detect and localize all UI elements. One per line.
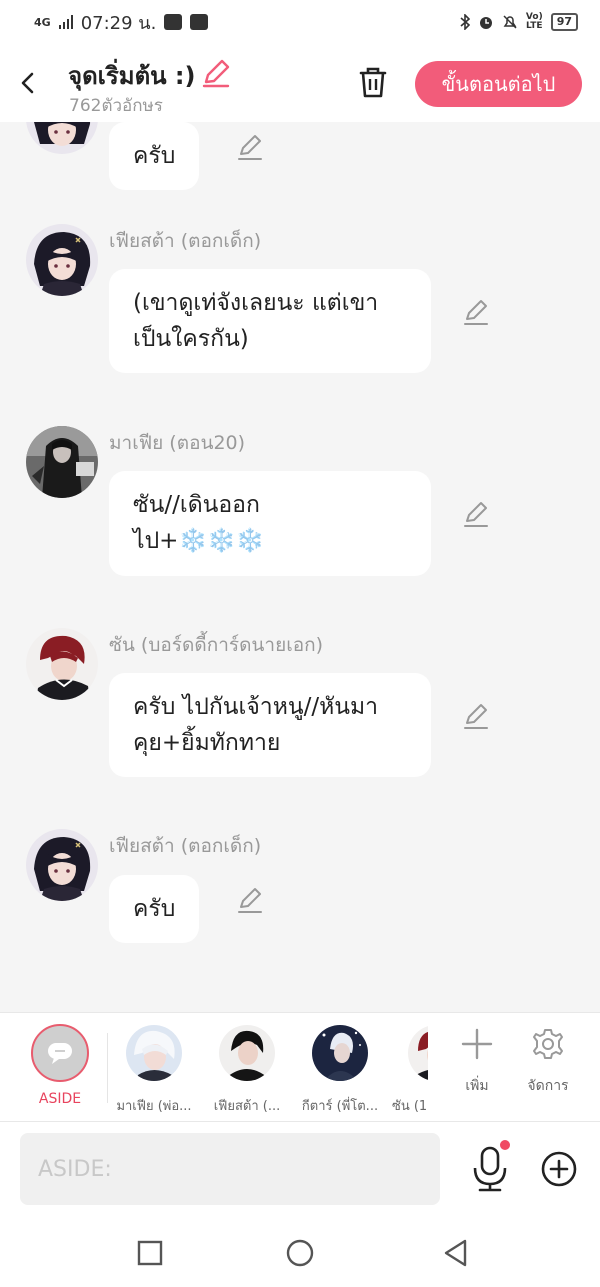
back-button[interactable] bbox=[14, 66, 44, 100]
avatar[interactable] bbox=[26, 426, 98, 498]
mute-bell-icon bbox=[503, 15, 517, 29]
character-item[interactable]: มาเฟีย (พ่อ... bbox=[113, 1025, 195, 1116]
avatar[interactable] bbox=[26, 628, 98, 700]
avatar[interactable] bbox=[26, 122, 98, 154]
edit-message-icon[interactable] bbox=[462, 299, 490, 327]
recents-icon[interactable] bbox=[134, 1237, 166, 1269]
alarm-icon bbox=[479, 17, 492, 29]
character-selector-bar: ASIDE มาเฟีย (พ่อ... เฟียสต้า (... กีตาร… bbox=[0, 1012, 600, 1122]
message-bubble[interactable]: ครับ bbox=[109, 122, 200, 190]
avatar[interactable] bbox=[26, 829, 98, 901]
status-bar: 4G 07:29 น. Vo) LTE 97 bbox=[0, 0, 600, 44]
home-icon[interactable] bbox=[284, 1237, 316, 1269]
aside-label: ASIDE bbox=[38, 1091, 82, 1107]
page-title: จุดเริ่มต้น :) bbox=[68, 62, 196, 90]
message-bubble[interactable]: (เขาดูเท่จังเลยนะ แต่เขาเป็นใครกัน) bbox=[109, 269, 431, 373]
character-item[interactable]: เฟียสต้า (... bbox=[206, 1025, 288, 1116]
message-input[interactable] bbox=[20, 1133, 440, 1205]
edit-message-icon[interactable] bbox=[462, 703, 490, 731]
app-header: จุดเริ่มต้น :) 762ตัวอักษร ขั้นตอนต่อไป bbox=[0, 44, 600, 122]
character-name: เฟียสต้า (... bbox=[213, 1099, 281, 1114]
sender-name: เฟียสต้า (ตอกเด็ก) bbox=[109, 230, 262, 252]
mail-icon bbox=[190, 14, 209, 30]
network-type: 4G bbox=[34, 15, 51, 29]
avatar bbox=[219, 1025, 275, 1081]
volte-indicator: Vo) LTE bbox=[525, 12, 543, 31]
divider bbox=[107, 1033, 108, 1103]
edit-message-icon[interactable] bbox=[236, 887, 264, 915]
bluetooth-icon bbox=[460, 14, 470, 30]
next-step-button[interactable]: ขั้นตอนต่อไป bbox=[415, 61, 582, 107]
message-bubble[interactable]: ครับ bbox=[109, 875, 200, 943]
character-count: 762ตัวอักษร bbox=[69, 96, 163, 116]
character-name: ซัน (1 bbox=[392, 1099, 428, 1114]
character-name: มาเฟีย (พ่อ... bbox=[116, 1099, 192, 1114]
chat-bubble-icon bbox=[48, 1043, 72, 1064]
edit-title-icon[interactable] bbox=[200, 58, 232, 88]
notification-dot bbox=[500, 1140, 510, 1150]
avatar[interactable] bbox=[26, 224, 98, 296]
message-bubble[interactable]: ครับ ไปกันเจ้าหนู//หันมาคุย+ยิ้มทักทาย bbox=[109, 673, 431, 777]
input-bar bbox=[0, 1122, 600, 1217]
avatar bbox=[312, 1025, 368, 1081]
edit-message-icon[interactable] bbox=[462, 501, 490, 529]
status-right: Vo) LTE 97 bbox=[460, 13, 578, 31]
avatar bbox=[408, 1025, 428, 1081]
sender-name: มาเฟีย (ตอน20) bbox=[109, 432, 246, 454]
signal-icon bbox=[58, 15, 73, 29]
gear-icon bbox=[533, 1029, 563, 1059]
manage-characters-button[interactable]: จัดการ bbox=[518, 1027, 578, 1097]
add-character-button[interactable]: เพิ่ม bbox=[447, 1027, 507, 1097]
message-bubble[interactable]: ซัน//เดินออกไป+❄️❄️❄️ bbox=[109, 471, 431, 576]
status-left: 4G 07:29 น. bbox=[34, 8, 209, 37]
character-item[interactable]: ซัน (1 bbox=[392, 1025, 428, 1116]
trash-icon[interactable] bbox=[355, 64, 391, 100]
battery-indicator: 97 bbox=[550, 13, 578, 31]
add-label: เพิ่ม bbox=[465, 1078, 489, 1094]
add-circle-icon[interactable] bbox=[540, 1150, 578, 1188]
sender-name: ซัน (บอร์ดดี้การ์ดนายเอก) bbox=[109, 634, 324, 656]
chat-area[interactable]: ครับ เฟียสต้า (ตอกเด็ก) (เขาดูเท่จังเลยน… bbox=[0, 122, 600, 1012]
character-name: กีตาร์ (พี่โต... bbox=[301, 1099, 379, 1114]
edit-message-icon[interactable] bbox=[236, 134, 264, 162]
microphone-icon[interactable] bbox=[470, 1146, 510, 1192]
youtube-icon bbox=[164, 14, 183, 30]
manage-label: จัดการ bbox=[527, 1078, 569, 1094]
sender-name: เฟียสต้า (ตอกเด็ก) bbox=[109, 835, 262, 857]
back-nav-icon[interactable] bbox=[440, 1237, 472, 1269]
plus-icon bbox=[461, 1028, 493, 1060]
avatar bbox=[126, 1025, 182, 1081]
aside-button[interactable] bbox=[31, 1024, 89, 1082]
system-nav-bar bbox=[0, 1217, 600, 1287]
character-item[interactable]: กีตาร์ (พี่โต... bbox=[299, 1025, 381, 1116]
status-time: 07:29 น. bbox=[80, 12, 157, 34]
